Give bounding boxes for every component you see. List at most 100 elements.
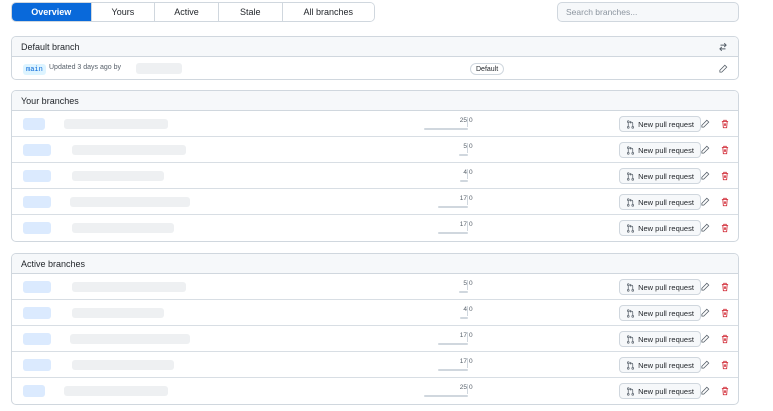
trash-icon[interactable] [718,306,732,320]
new-pull-request-button[interactable]: New pull request [619,116,701,132]
pencil-icon[interactable] [698,280,712,294]
ahead-count: 0 [469,169,473,176]
ahead-count: 0 [469,384,473,391]
pull-request-icon [627,308,635,318]
pencil-icon[interactable] [698,169,712,183]
branch-name[interactable] [72,223,174,233]
ahead-count: 0 [469,221,473,228]
ahead-behind-counts: 5 0 [444,142,492,156]
section-title: Default branch [21,41,80,52]
new-pull-request-button[interactable]: New pull request [619,220,701,236]
pull-request-icon [627,334,635,344]
new-pull-request-button[interactable]: New pull request [619,142,701,158]
pencil-icon[interactable] [698,306,712,320]
count-divider [467,332,468,342]
trash-icon[interactable] [718,358,732,372]
count-divider [467,358,468,368]
behind-count: 17 [459,195,467,202]
branch-name[interactable] [72,308,164,318]
branch-name[interactable] [72,360,174,370]
new-pull-request-button[interactable]: New pull request [619,383,701,399]
tab-stale[interactable]: Stale [218,3,283,21]
pull-request-icon [627,282,635,292]
new-pull-request-label: New pull request [638,308,694,318]
behind-count: 25 [459,384,467,391]
branch-name[interactable] [72,145,186,155]
tab-active[interactable]: Active [155,3,219,21]
trash-icon[interactable] [718,143,732,157]
pencil-icon[interactable] [698,221,712,235]
ahead-count: 0 [469,117,473,124]
pencil-icon[interactable] [698,332,712,346]
new-pull-request-button[interactable]: New pull request [619,279,701,295]
new-pull-request-label: New pull request [638,223,694,233]
new-pull-request-button[interactable]: New pull request [619,305,701,321]
behind-bar [460,180,468,182]
default-branch-row: main Updated 3 days ago by Default [12,57,738,79]
branch-name[interactable] [70,197,190,207]
ahead-behind-counts: 17 0 [438,194,492,208]
section-title: Your branches [21,95,79,106]
branch-name[interactable] [72,171,164,181]
count-divider [467,117,468,127]
pencil-icon[interactable] [698,195,712,209]
branch-icon [23,222,51,234]
new-pull-request-label: New pull request [638,145,694,155]
branch-row: 4 0 New pull request [12,163,738,189]
branch-filter-tabs: Overview Yours Active Stale All branches [11,2,375,22]
new-pull-request-label: New pull request [638,197,694,207]
pencil-icon[interactable] [698,143,712,157]
pencil-icon[interactable] [698,384,712,398]
branch-name[interactable] [64,119,168,129]
new-pull-request-button[interactable]: New pull request [619,168,701,184]
search-branches-input[interactable] [557,2,739,22]
behind-bar [459,291,468,293]
ahead-behind-counts: 25 0 [424,383,492,397]
pencil-icon[interactable] [698,117,712,131]
branch-row: 5 0 New pull request [12,274,738,300]
trash-icon[interactable] [718,117,732,131]
new-pull-request-button[interactable]: New pull request [619,331,701,347]
pull-request-icon [627,386,635,396]
behind-bar [460,317,468,319]
arrow-switch-icon[interactable] [716,40,730,54]
branch-icon [23,170,51,182]
count-divider [467,280,468,290]
pull-request-icon [627,197,635,207]
trash-icon[interactable] [718,221,732,235]
branch-name[interactable] [72,282,186,292]
trash-icon[interactable] [718,169,732,183]
pull-request-icon [627,145,635,155]
trash-icon[interactable] [718,384,732,398]
default-branch-header: Default branch [12,37,738,57]
branch-name[interactable] [64,386,168,396]
new-pull-request-button[interactable]: New pull request [619,357,701,373]
branch-icon [23,307,51,319]
ahead-behind-counts: 17 0 [438,220,492,234]
ahead-behind-counts: 5 0 [444,279,492,293]
active-branches-box: Active branches 5 0 New pull request 4 0… [11,253,739,405]
branch-icon [23,333,51,345]
tab-yours[interactable]: Yours [91,3,156,21]
branch-icon [23,144,51,156]
tab-overview[interactable]: Overview [12,3,92,21]
trash-icon[interactable] [718,195,732,209]
pencil-icon[interactable] [698,358,712,372]
ahead-count: 0 [469,332,473,339]
ahead-behind-counts: 4 0 [444,305,492,319]
new-pull-request-label: New pull request [638,360,694,370]
pencil-icon[interactable] [716,62,730,76]
branch-icon [23,196,51,208]
new-pull-request-button[interactable]: New pull request [619,194,701,210]
pull-request-icon [627,171,635,181]
behind-bar [438,343,468,345]
branch-name[interactable] [70,334,190,344]
trash-icon[interactable] [718,280,732,294]
tab-all-branches[interactable]: All branches [282,3,374,21]
branch-icon [23,281,51,293]
trash-icon[interactable] [718,332,732,346]
branch-name-main[interactable]: main [23,64,46,75]
new-pull-request-label: New pull request [638,334,694,344]
count-divider [467,195,468,205]
branch-row: 5 0 New pull request [12,137,738,163]
